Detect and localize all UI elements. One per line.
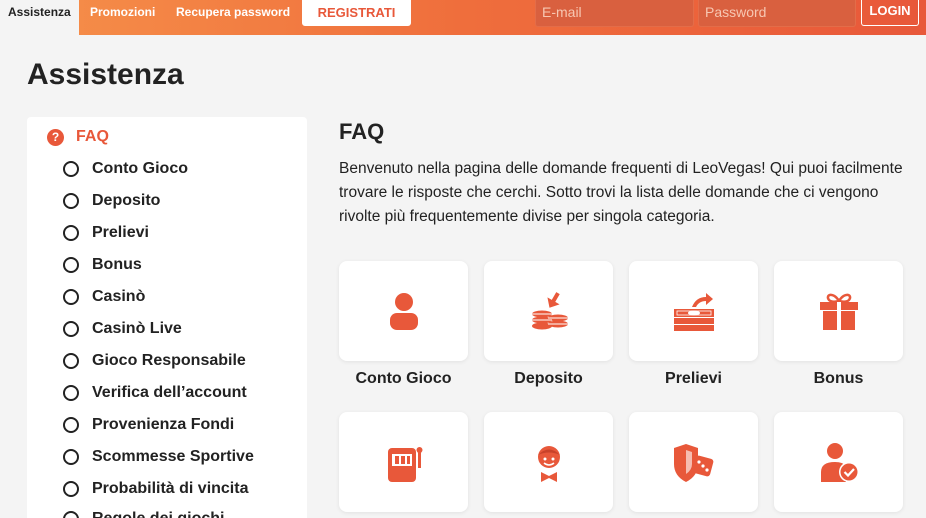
tab-assistenza[interactable]: Assistenza (0, 0, 79, 35)
sidebar-item-deposito[interactable]: Deposito (63, 191, 160, 211)
radio-icon (63, 353, 79, 369)
sidebar-item-label: Casinò (92, 288, 146, 305)
card-slots[interactable] (339, 412, 468, 512)
question-icon: ? (47, 128, 64, 146)
card-conto-gioco[interactable] (339, 261, 468, 361)
page-title: Assistenza (27, 58, 184, 91)
radio-icon (63, 321, 79, 337)
radio-icon (63, 417, 79, 433)
radio-icon (63, 449, 79, 465)
radio-icon (63, 481, 79, 497)
register-button[interactable]: REGISTRATI (302, 0, 411, 26)
sidebar-item-gioco-responsabile[interactable]: Gioco Responsabile (63, 351, 246, 371)
croupier-icon (537, 446, 560, 482)
sidebar-heading-label: FAQ (76, 128, 109, 145)
sidebar-item-label: Verifica dell’account (92, 384, 247, 401)
sidebar-item-label: Deposito (92, 192, 161, 209)
tab-promozioni[interactable]: Promozioni (82, 0, 163, 35)
radio-icon (63, 257, 79, 273)
sidebar-item-verifica-account[interactable]: Verifica dell’account (63, 383, 247, 403)
radio-icon (63, 193, 79, 209)
radio-icon (63, 161, 79, 177)
password-field[interactable]: Password (698, 0, 856, 27)
sidebar-item-probabilita-vincita[interactable]: Probabilità di vincita (63, 479, 248, 499)
user-icon (389, 293, 418, 330)
sidebar-item-label: Casinò Live (92, 320, 182, 337)
sidebar-item-bonus[interactable]: Bonus (63, 255, 142, 275)
sidebar-item-casino[interactable]: Casinò (63, 287, 145, 307)
card-verifica-account[interactable] (774, 412, 903, 512)
card-label: Prelievi (665, 370, 722, 387)
sidebar-item-label: Gioco Responsabile (92, 352, 246, 369)
radio-icon (63, 289, 79, 305)
sidebar-heading[interactable]: ? FAQ (47, 128, 109, 146)
sidebar-item-provenienza-fondi[interactable]: Provenienza Fondi (63, 415, 234, 435)
user-verified-icon (820, 443, 859, 482)
sidebar-item-label: Bonus (92, 256, 142, 273)
card-label: Deposito (514, 370, 583, 387)
sidebar-item-conto-gioco[interactable]: Conto Gioco (63, 159, 188, 179)
card-bonus[interactable] (774, 261, 903, 361)
top-bar: Assistenza Promozioni Recupera password … (0, 0, 926, 35)
card-deposito[interactable] (484, 261, 613, 361)
card-prelievi[interactable] (629, 261, 758, 361)
shield-dice-icon (673, 444, 713, 482)
card-gioco-responsabile[interactable] (629, 412, 758, 512)
sidebar-item-scommesse-sportive[interactable]: Scommesse Sportive (63, 447, 254, 467)
sidebar-item-label: Prelievi (92, 224, 149, 241)
sidebar-item-label: Regole dei giochi (92, 510, 224, 518)
sidebar-item-label: Conto Gioco (92, 160, 188, 177)
sidebar-item-regole-giochi[interactable]: Regole dei giochi (63, 509, 224, 518)
faq-intro: Benvenuto nella pagina delle domande fre… (339, 160, 903, 225)
sidebar-item-label: Scommesse Sportive (92, 448, 254, 465)
sidebar-item-label: Probabilità di vincita (92, 480, 249, 497)
card-label: Bonus (813, 370, 864, 387)
cash-withdraw-icon (673, 293, 714, 331)
coins-deposit-icon (531, 292, 568, 330)
radio-icon (63, 511, 79, 518)
sidebar-item-casino-live[interactable]: Casinò Live (63, 319, 182, 339)
card-label: Conto Gioco (355, 370, 452, 387)
sidebar-item-label: Provenienza Fondi (92, 416, 235, 433)
faq-title: FAQ (339, 119, 385, 144)
sidebar-item-prelievi[interactable]: Prelievi (63, 223, 149, 243)
login-button[interactable]: LOGIN (861, 0, 919, 26)
tab-recupera-password[interactable]: Recupera password (168, 0, 298, 35)
email-field[interactable]: E-mail (535, 0, 694, 27)
card-casino-live[interactable] (484, 412, 613, 512)
slot-machine-icon (387, 447, 422, 482)
radio-icon (63, 385, 79, 401)
faq-sidebar: ? FAQ Conto Gioco Deposito Prelievi Bonu… (27, 117, 307, 518)
gift-icon (819, 293, 858, 330)
radio-icon (63, 225, 79, 241)
